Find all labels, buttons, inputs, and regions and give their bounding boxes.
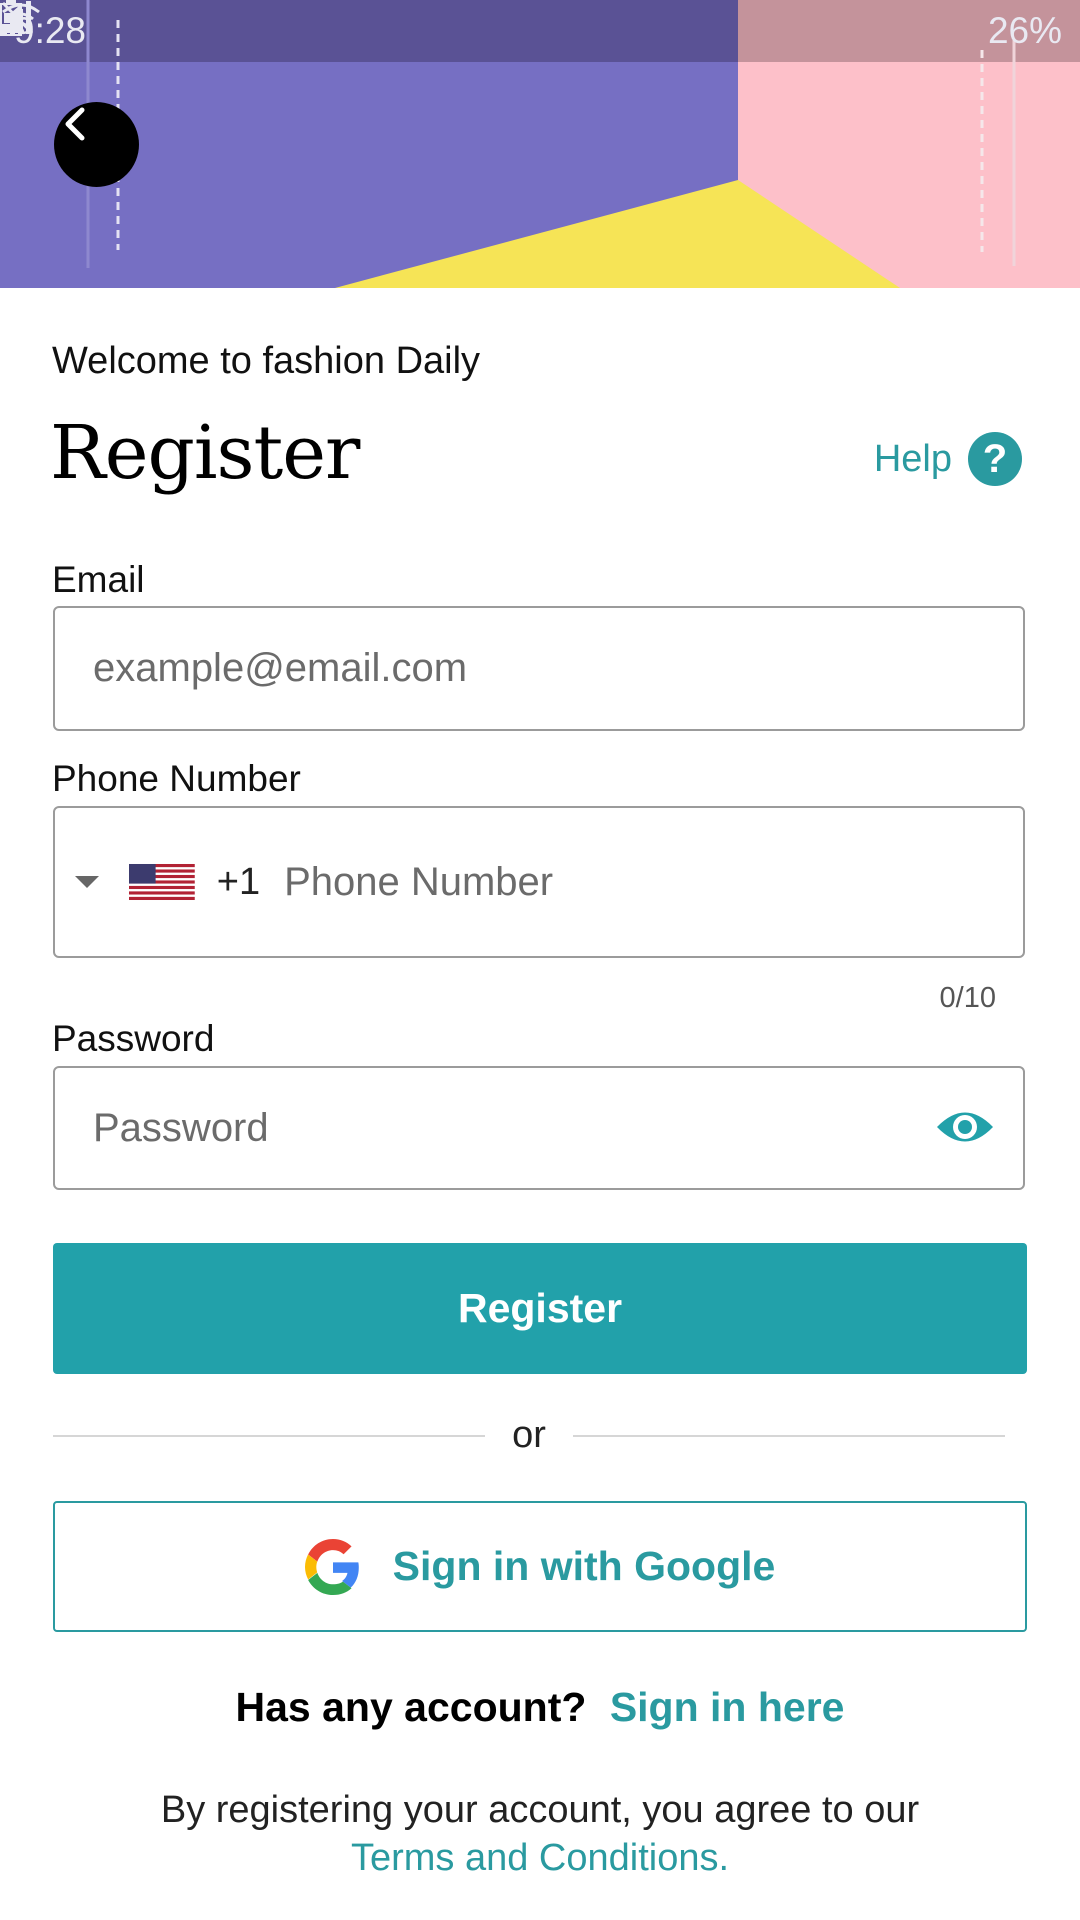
country-code: +1 [216,860,261,903]
eye-icon[interactable] [935,1104,995,1150]
password-label: Password [52,1018,215,1059]
terms-link[interactable]: Terms and Conditions. [0,1834,1080,1882]
terms-notice: By registering your account, you agree t… [0,1786,1080,1882]
phone-char-counter: 0/10 [939,982,996,1014]
signin-here-link[interactable]: Sign in here [610,1684,845,1730]
phone-input[interactable] [260,808,1023,956]
terms-text: By registering your account, you agree t… [160,1789,920,1831]
google-signin-label: Sign in with Google [392,1543,776,1589]
phone-field-box: +1 [53,806,1025,958]
password-field-box [53,1066,1025,1190]
help-label: Help [873,437,952,480]
signin-prompt: Has any account? Sign in here [0,1684,1080,1731]
phone-label: Phone Number [52,758,301,799]
password-input[interactable] [55,1068,1023,1188]
help-icon: ? [968,432,1022,486]
welcome-text: Welcome to fashion Daily [52,340,481,382]
google-signin-button[interactable]: Sign in with Google [53,1501,1027,1632]
battery-percent: 26% [987,10,1062,51]
header-banner: 9:28 26% [0,0,1080,288]
email-input[interactable] [55,608,1023,729]
register-button[interactable]: Register [53,1243,1027,1374]
chevron-left-icon [65,107,85,141]
us-flag-icon[interactable] [129,859,195,905]
battery-icon [0,0,22,36]
email-field-box [53,606,1025,731]
account-question: Has any account? [235,1684,587,1730]
page-title: Register [50,410,360,496]
or-separator: or [512,1414,546,1456]
help-link[interactable]: Help ? [874,432,1022,486]
email-label: Email [52,559,145,600]
back-button[interactable] [54,102,139,187]
country-dropdown-icon[interactable] [75,876,99,888]
status-bar: 9:28 26% [0,0,1080,62]
google-logo-icon [304,1538,359,1595]
